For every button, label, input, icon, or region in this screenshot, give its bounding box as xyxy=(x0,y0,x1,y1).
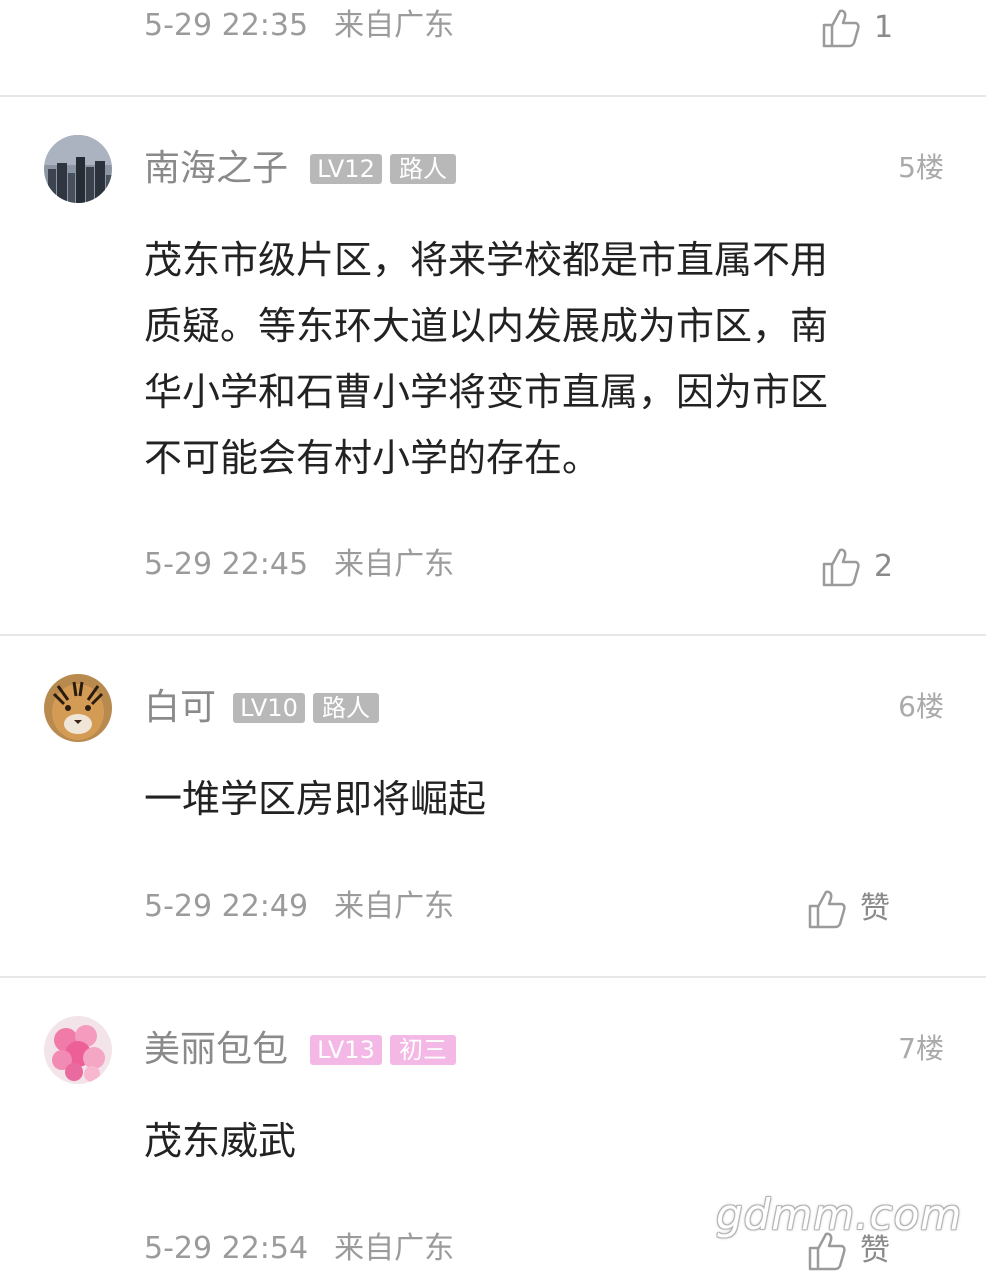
level-badge: LV10 xyxy=(233,693,305,723)
comment-time: 5-29 22:35 xyxy=(144,8,309,43)
comment-location: 来自广东 xyxy=(334,1231,455,1266)
comment-content[interactable]: 茂东威武 xyxy=(144,1108,924,1174)
comment-content[interactable]: 一堆学区房即将崛起 xyxy=(144,766,924,832)
site-watermark: gdmm.com xyxy=(716,1190,963,1239)
thumbs-up-icon xyxy=(808,890,846,929)
comment-location: 来自广东 xyxy=(334,889,455,924)
thumbs-up-icon xyxy=(822,9,860,48)
content-line: 茂东市级片区，将来学校都是市直属不用 xyxy=(144,238,829,282)
rank-badge: 初三 xyxy=(390,1035,456,1065)
rank-badge: 路人 xyxy=(313,693,379,723)
thumbs-up-icon xyxy=(822,548,860,587)
comment-location: 来自广东 xyxy=(334,8,455,43)
content-line: 质疑。等东环大道以内发展成为市区，南 xyxy=(144,304,829,348)
content-line: 不可能会有村小学的存在。 xyxy=(144,436,601,480)
content-line: 一堆学区房即将崛起 xyxy=(144,777,487,821)
comment-meta: 5-29 22:54 来自广东 xyxy=(144,1231,454,1267)
pink-flower-avatar[interactable] xyxy=(44,1016,112,1084)
content-line: 华小学和石曹小学将变市直属，因为市区 xyxy=(144,370,829,414)
comment-time: 5-29 22:45 xyxy=(144,547,309,582)
floor-number: 6楼 xyxy=(898,690,944,723)
comment-meta: 5-29 22:35 来自广东 xyxy=(144,8,454,44)
like-button[interactable]: 1 xyxy=(822,6,893,50)
like-button[interactable]: 2 xyxy=(822,545,893,589)
username[interactable]: 美丽包包 xyxy=(144,1030,288,1070)
like-label: 赞 xyxy=(860,891,890,926)
username[interactable]: 南海之子 xyxy=(144,149,288,189)
comment-item: 白可 LV10 路人 6楼 一堆学区房即将崛起 5-29 22:49 来自广东 赞 xyxy=(0,636,986,976)
comment-location: 来自广东 xyxy=(334,547,455,582)
level-badge: LV13 xyxy=(310,1035,382,1065)
comment-content[interactable]: 茂东市级片区，将来学校都是市直属不用 质疑。等东环大道以内发展成为市区，南 华小… xyxy=(144,227,924,491)
comment-item: 5-29 22:35 来自广东 1 xyxy=(0,0,986,96)
floor-number: 5楼 xyxy=(898,151,944,184)
rank-badge: 路人 xyxy=(390,154,456,184)
floor-number: 7楼 xyxy=(898,1032,944,1065)
comment-time: 5-29 22:49 xyxy=(144,889,309,924)
city-skyline-avatar[interactable] xyxy=(44,135,112,203)
like-count: 2 xyxy=(874,549,894,584)
tiger-avatar[interactable] xyxy=(44,674,112,742)
comment-meta: 5-29 22:45 来自广东 xyxy=(144,547,454,583)
comment-item: 南海之子 LV12 路人 5楼 茂东市级片区，将来学校都是市直属不用 质疑。等东… xyxy=(0,97,986,634)
level-badge: LV12 xyxy=(310,154,382,184)
like-button[interactable]: 赞 xyxy=(808,887,890,931)
like-count: 1 xyxy=(874,10,894,45)
username[interactable]: 白可 xyxy=(144,688,216,728)
comment-meta: 5-29 22:49 来自广东 xyxy=(144,889,454,925)
comment-time: 5-29 22:54 xyxy=(144,1231,309,1266)
content-line: 茂东威武 xyxy=(144,1119,297,1163)
